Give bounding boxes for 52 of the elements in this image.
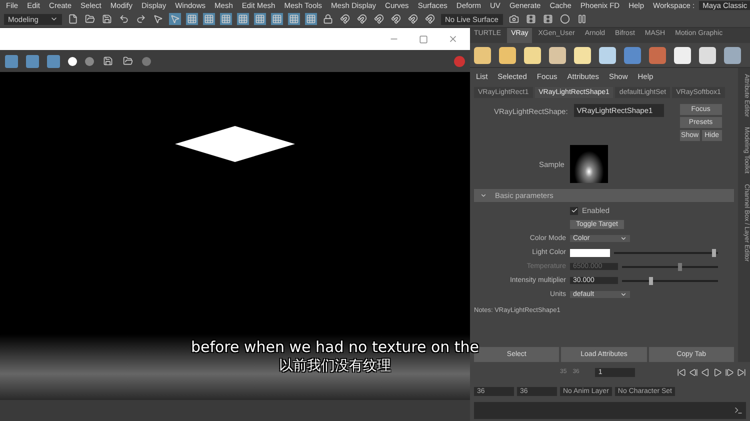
magnet-icon[interactable] — [424, 13, 436, 25]
skip-back-icon[interactable] — [677, 368, 686, 376]
channel-button[interactable] — [26, 54, 39, 68]
light-sample-swatch — [570, 145, 608, 183]
command-line-field[interactable] — [474, 402, 746, 419]
save-icon[interactable] — [102, 55, 114, 67]
shelf-light-icon[interactable] — [574, 46, 591, 64]
skip-forward-icon[interactable] — [737, 368, 746, 376]
magnet-icon[interactable] — [390, 13, 402, 25]
undo-icon[interactable] — [118, 13, 130, 25]
checkbox[interactable] — [570, 206, 578, 214]
close-icon[interactable] — [448, 34, 458, 44]
magnet-icon[interactable] — [373, 13, 385, 25]
shelf-light-icon[interactable] — [699, 46, 716, 64]
script-editor-icon[interactable] — [734, 406, 743, 415]
open-folder-icon[interactable] — [84, 13, 96, 25]
magnet-icon[interactable] — [339, 13, 351, 25]
slider-thumb[interactable] — [712, 248, 716, 256]
caret-icon — [620, 235, 627, 242]
circle-icon[interactable] — [559, 13, 571, 25]
expand-icon — [480, 192, 487, 199]
film-icon[interactable] — [542, 13, 554, 25]
magnet-icon[interactable] — [356, 13, 368, 25]
save-icon[interactable] — [101, 13, 113, 25]
play-backward-icon[interactable] — [701, 368, 710, 376]
caret-icon — [620, 291, 627, 298]
shelf-light-icon[interactable] — [474, 46, 491, 64]
shelf-light-icon[interactable] — [499, 46, 516, 64]
maximize-icon[interactable] — [419, 34, 428, 44]
redo-icon[interactable] — [135, 13, 147, 25]
shelf-light-icon[interactable] — [549, 46, 566, 64]
caret-icon — [50, 15, 58, 23]
camera-icon[interactable] — [508, 13, 520, 25]
lock-icon[interactable] — [322, 13, 334, 25]
step-back-icon[interactable] — [689, 368, 698, 376]
shelf-light-icon[interactable] — [724, 46, 741, 64]
shelf-light-icon[interactable] — [599, 46, 616, 64]
slider-thumb[interactable] — [648, 276, 653, 284]
pause-icon[interactable] — [576, 13, 588, 25]
pointer-icon[interactable] — [152, 13, 164, 25]
shelf-light-icon[interactable] — [674, 46, 691, 64]
new-file-icon[interactable] — [67, 13, 79, 25]
color-swatch[interactable] — [570, 248, 610, 256]
subtitle-line: 以前我们没有纹理 — [279, 357, 391, 375]
channel-button[interactable] — [47, 54, 60, 68]
open-folder-icon[interactable] — [122, 55, 134, 67]
step-forward-icon[interactable] — [725, 368, 734, 376]
channel-button[interactable] — [5, 54, 18, 68]
shelf-light-icon[interactable] — [524, 46, 541, 64]
magnet-icon[interactable] — [407, 13, 419, 25]
play-icon[interactable] — [713, 368, 722, 376]
film-icon[interactable] — [525, 13, 537, 25]
